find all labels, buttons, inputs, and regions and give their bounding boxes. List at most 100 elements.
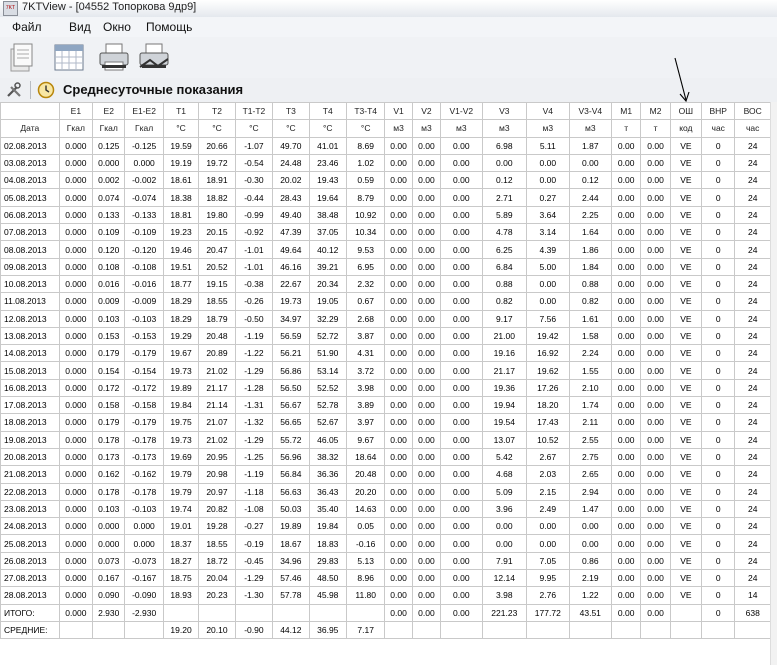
table-cell: 0.12: [568, 171, 613, 190]
table-cell: 19.62: [526, 361, 570, 380]
table-cell: 0.000: [58, 603, 94, 622]
table-cell: VE: [669, 447, 703, 467]
table-cell: 14: [734, 586, 771, 605]
table-cell: 49.64: [272, 240, 310, 259]
table-cell: 2.24: [568, 344, 613, 363]
menu-help[interactable]: Помощь: [146, 20, 192, 34]
table-row: 08.08.2013 0.000 0.120 -0.120 19.46 20.47 -1.0…: [0, 240, 771, 259]
table-cell: м3: [481, 119, 528, 138]
row-label-cell: 05.08.2013: [0, 188, 60, 207]
table-cell: 5.00: [526, 257, 570, 276]
table-cell: 0.00: [440, 378, 483, 398]
table-cell: 0.00: [640, 517, 671, 536]
table-cell: M1: [611, 102, 642, 121]
table-cell: 19.84: [308, 517, 347, 536]
table-cell: 24: [734, 292, 771, 311]
table-cell: 20.52: [198, 257, 236, 276]
table-cell: м3: [440, 119, 483, 138]
menu-view[interactable]: Вид: [69, 20, 91, 34]
table-cell: 0.125: [92, 136, 126, 155]
table-cell: 24: [734, 551, 771, 571]
table-cell: 29.83: [308, 551, 347, 571]
document-icon[interactable]: [4, 40, 40, 74]
table-cell: 17.26: [526, 378, 570, 398]
table-cell: 0.00: [640, 188, 671, 207]
menu-window[interactable]: Окно: [103, 20, 131, 34]
table-cell: 0.00: [411, 517, 442, 536]
table-cell: 20.97: [198, 482, 236, 501]
menu-file[interactable]: Файл: [12, 20, 42, 34]
table-cell: 0: [701, 413, 736, 432]
table-cell: 19.84: [162, 396, 200, 415]
print-preview-icon[interactable]: [136, 40, 172, 74]
row-label-cell: 07.08.2013: [0, 223, 60, 242]
table-cell: 0: [701, 188, 736, 207]
table-cell: 0: [701, 447, 736, 467]
table-cell: 19.79: [162, 465, 200, 484]
table-cell: 41.01: [308, 136, 347, 155]
table-cell: 7.56: [526, 309, 570, 328]
vertical-scrollbar[interactable]: [770, 102, 777, 665]
table-cell: 24: [734, 171, 771, 190]
row-label-cell: 10.08.2013: [0, 274, 60, 294]
table-cell: 0.00: [526, 171, 570, 190]
table-cell: 2.10: [568, 378, 613, 398]
table-cell: 20.34: [308, 274, 347, 294]
table-cell: 0.00: [384, 586, 413, 605]
table-cell: 7.91: [481, 551, 528, 571]
table-cell: -1.25: [234, 447, 274, 467]
table-cell: VE: [669, 326, 703, 346]
table-cell: 28.43: [272, 188, 310, 207]
table-cell: 19.29: [162, 326, 200, 346]
clock-icon[interactable]: [37, 81, 55, 99]
table-cell: 0.00: [611, 430, 642, 449]
table-cell: V4: [526, 102, 570, 121]
table-cell: T1-T2: [234, 102, 274, 121]
table-cell: VE: [669, 534, 703, 553]
table-cell: 0.00: [611, 361, 642, 380]
table-cell: 0.00: [611, 205, 642, 225]
row-label-cell: 23.08.2013: [0, 499, 60, 519]
table-cell: 19.73: [272, 292, 310, 311]
table-cell: VE: [669, 551, 703, 571]
table-cell: 0: [701, 274, 736, 294]
table-cell: 18.61: [162, 171, 200, 190]
tools-icon[interactable]: [5, 81, 23, 99]
table-row: 22.08.2013 0.000 0.178 -0.178 19.79 20.97 -1.1…: [0, 482, 771, 501]
table-cell: 6.98: [481, 136, 528, 155]
table-cell: 0.000: [58, 153, 94, 173]
table-cell: 0.59: [345, 171, 386, 190]
table-cell: -1.18: [234, 482, 274, 501]
table-cell: 0.00: [640, 292, 671, 311]
table-cell: 0.00: [384, 447, 413, 467]
table-cell: 0.00: [640, 603, 671, 622]
table-cell: 0.120: [92, 240, 126, 259]
table-cell: 24: [734, 465, 771, 484]
table-cell: 20.89: [198, 344, 236, 363]
table-cell: 20.10: [198, 620, 236, 640]
table-cell: 0.00: [384, 344, 413, 363]
printer-icon[interactable]: [96, 40, 132, 74]
table-cell: 2.25: [568, 205, 613, 225]
table-cell: 0.000: [58, 551, 94, 571]
table-cell: 0.00: [481, 517, 528, 536]
table-cell: 0.000: [92, 153, 126, 173]
table-cell: 0.00: [411, 499, 442, 519]
table-cell: 22.67: [272, 274, 310, 294]
table-cell: 24: [734, 257, 771, 276]
table-cell: 24: [734, 396, 771, 415]
table-cell: 21.17: [198, 378, 236, 398]
table-cell: VE: [669, 396, 703, 415]
calendar-icon[interactable]: [50, 40, 86, 74]
table-cell: 18.38: [162, 188, 200, 207]
table-cell: 53.14: [308, 361, 347, 380]
table-cell: 0.000: [58, 534, 94, 553]
table-cell: 17.43: [526, 413, 570, 432]
table-cell: -0.167: [124, 569, 164, 588]
table-cell: VE: [669, 569, 703, 588]
table-cell: 0.000: [58, 413, 94, 432]
table-cell: °C: [162, 119, 200, 138]
table-cell: 0: [701, 603, 736, 622]
table-cell: 34.96: [272, 551, 310, 571]
table-cell: 24: [734, 569, 771, 588]
